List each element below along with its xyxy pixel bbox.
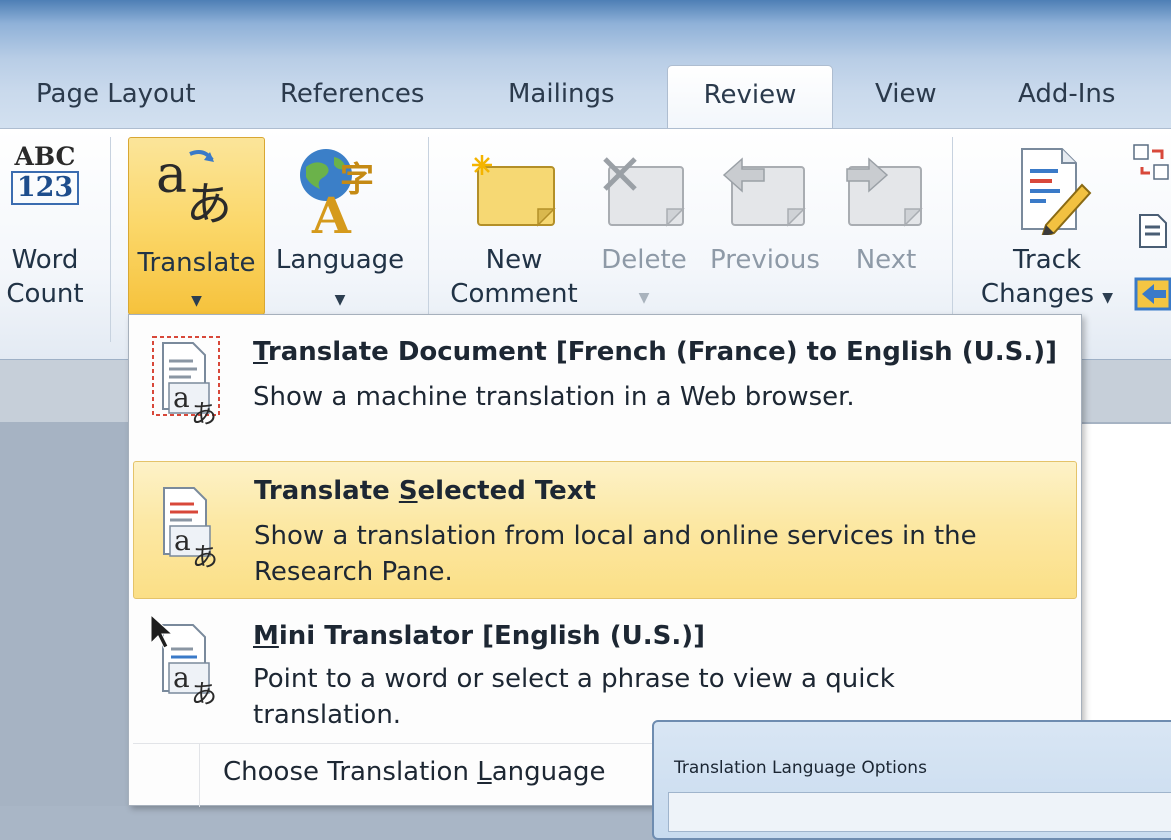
translate-selected-text-description: Show a translation from local and online… [254, 521, 977, 587]
translate-selected-text-icon: a あ [148, 476, 238, 580]
translate-selected-text-title: Translate Selected Text [254, 476, 596, 506]
previous-comment-icon [720, 153, 810, 238]
svg-text:A: A [311, 186, 352, 237]
translate-document-title: Translate Document [French (France) to E… [253, 337, 1057, 367]
balloons-icon[interactable] [1132, 143, 1171, 187]
group-separator [110, 137, 111, 342]
word-count-icon: ABC 123 [7, 143, 83, 205]
translate-button[interactable]: a あ Translate ▼ [128, 137, 265, 315]
word-count-button[interactable]: ABC 123 Word Count [0, 135, 90, 315]
new-comment-icon [468, 153, 560, 238]
svg-text:a: a [173, 381, 190, 414]
track-changes-label-1: Track [1012, 245, 1082, 275]
translate-label: Translate [137, 248, 256, 278]
tab-mailings[interactable]: Mailings [508, 79, 615, 115]
mini-translator-icon: a あ [147, 613, 237, 717]
globe-language-icon: 字 A [294, 145, 386, 246]
delete-comment-label: Delete [601, 245, 687, 275]
reviewing-pane-icon[interactable] [1136, 213, 1171, 253]
svg-text:あ: あ [191, 400, 217, 430]
dialog-title: Translation Language Options [674, 758, 927, 778]
language-label: Language [275, 245, 405, 275]
translate-dropdown-arrow: ▼ [191, 293, 202, 309]
delete-comment-button[interactable]: Delete ▼ [596, 135, 692, 315]
menu-gutter-line [199, 743, 200, 807]
translate-document-description: Show a machine translation in a Web brow… [253, 382, 855, 412]
next-comment-icon [841, 153, 931, 238]
translate-icon: a あ [152, 145, 242, 235]
language-dropdown-arrow: ▼ [334, 292, 346, 308]
menu-item-translate-document[interactable]: a あ Translate Document [French (France) … [133, 319, 1077, 449]
new-comment-button[interactable]: New Comment [440, 135, 588, 315]
menu-item-choose-translation-language[interactable]: Choose Translation Language [223, 757, 606, 787]
menu-item-mini-translator[interactable]: a あ Mini Translator [English (U.S.)] Poi… [133, 605, 1077, 735]
group-separator [952, 137, 953, 342]
tab-add-ins[interactable]: Add-Ins [1018, 79, 1115, 115]
next-comment-button[interactable]: Next [838, 135, 934, 315]
delete-comment-icon [599, 153, 689, 238]
language-button[interactable]: 字 A Language ▼ [270, 135, 410, 315]
svg-text:あ: あ [191, 680, 217, 710]
previous-comment-button[interactable]: Previous [700, 135, 830, 315]
word-count-label-1: Word [11, 245, 79, 275]
new-comment-label-1: New [485, 245, 543, 275]
tab-page-layout[interactable]: Page Layout [36, 79, 196, 115]
tab-view[interactable]: View [875, 79, 937, 115]
ribbon-tabs: Page Layout References Mailings Review V… [0, 65, 1171, 131]
translation-language-options-dialog[interactable]: Translation Language Options [652, 720, 1171, 840]
show-markup-icon[interactable] [1134, 275, 1171, 317]
svg-text:あ: あ [192, 543, 218, 573]
track-changes-dropdown-arrow: ▼ [1102, 290, 1114, 306]
svg-text:a: a [156, 146, 187, 205]
tab-references[interactable]: References [280, 79, 424, 115]
new-comment-label-2: Comment [450, 279, 578, 309]
translate-document-icon: a あ [147, 331, 237, 435]
previous-comment-label: Previous [710, 245, 820, 275]
dialog-content [668, 792, 1171, 832]
svg-text:a: a [174, 524, 191, 557]
group-separator [428, 137, 429, 342]
track-changes-label-2: Changes ▼ [980, 279, 1114, 309]
menu-item-translate-selected-text[interactable]: a あ Translate Selected Text Show a trans… [133, 461, 1077, 599]
word-count-label-2: Count [6, 279, 84, 309]
track-changes-icon [1002, 143, 1092, 244]
next-comment-label: Next [855, 245, 917, 275]
mini-translator-title: Mini Translator [English (U.S.)] [253, 621, 705, 651]
svg-text:a: a [173, 661, 190, 694]
delete-dropdown-arrow: ▼ [638, 290, 650, 306]
svg-text:あ: あ [186, 177, 232, 226]
tab-review[interactable]: Review [667, 65, 833, 131]
track-changes-button[interactable]: Track Changes ▼ [968, 135, 1126, 315]
